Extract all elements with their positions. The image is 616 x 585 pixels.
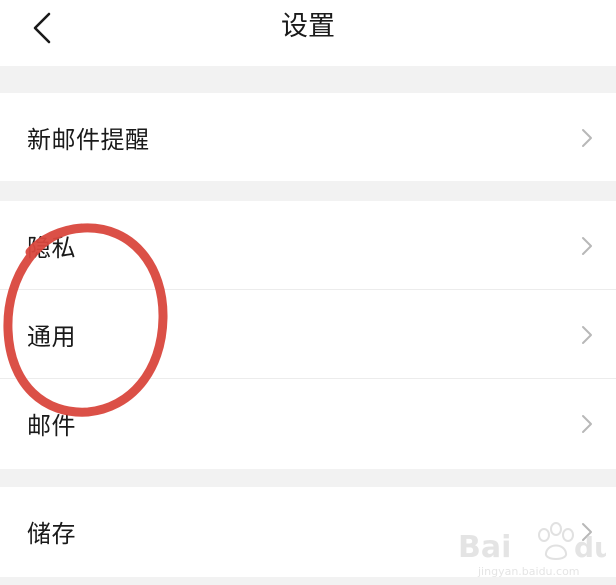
settings-item-label: 通用 <box>27 323 76 351</box>
chevron-right-icon <box>582 414 592 433</box>
top-bar: 设置 <box>0 0 616 66</box>
settings-item-label: 新邮件提醒 <box>27 126 150 154</box>
settings-item-mail[interactable]: 邮件 <box>0 379 616 468</box>
chevron-right-icon <box>582 236 592 255</box>
settings-item-label: 隐私 <box>27 234 76 262</box>
settings-item-new-mail-alert[interactable]: 新邮件提醒 <box>0 93 616 182</box>
chevron-right-icon <box>582 325 592 344</box>
settings-group-main: 隐私 通用 邮件 <box>0 201 616 469</box>
settings-item-privacy[interactable]: 隐私 <box>0 201 616 290</box>
chevron-right-icon <box>582 522 592 541</box>
settings-item-label: 储存 <box>27 520 76 548</box>
page-title: 设置 <box>281 11 335 42</box>
settings-group-notifications: 新邮件提醒 <box>0 93 616 181</box>
settings-item-label: 邮件 <box>27 412 76 440</box>
settings-group-storage: 储存 <box>0 487 616 577</box>
chevron-right-icon <box>582 128 592 147</box>
settings-item-storage[interactable]: 储存 <box>0 487 616 576</box>
settings-screen: 设置 新邮件提醒 隐私 通用 邮件 储存 Bai du jingyan.baid… <box>0 0 616 585</box>
settings-item-general[interactable]: 通用 <box>0 290 616 379</box>
